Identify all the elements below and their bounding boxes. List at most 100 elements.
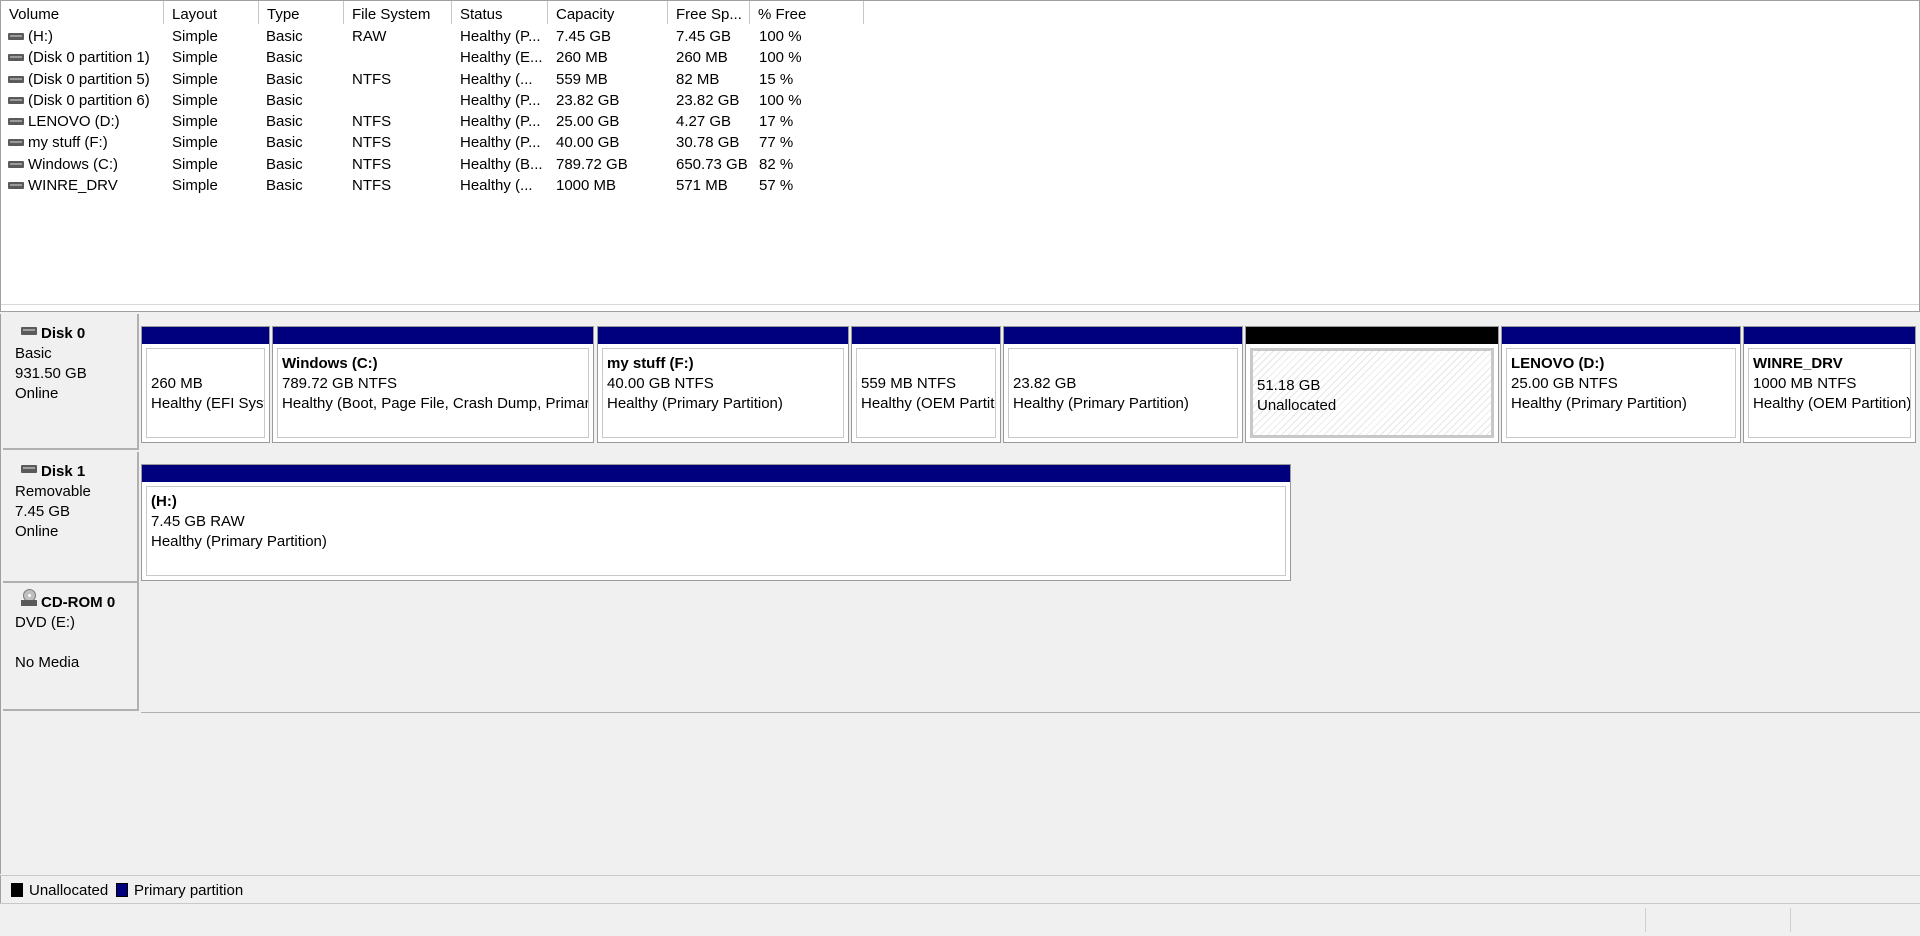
partition-status: Healthy (Primary Partition) (607, 395, 783, 412)
partition-block[interactable]: (H:) 7.45 GB RAW Healthy (Primary Partitio… (141, 464, 1291, 581)
volume-cell-status: Healthy (P... (460, 91, 541, 109)
volume-cell-volume: (Disk 0 partition 1) (28, 49, 150, 67)
volume-cell-volume: WINRE_DRV (28, 177, 118, 195)
partition-size: 260 MB (151, 375, 203, 392)
removable-drive-icon (21, 465, 37, 473)
volume-cell-free: 23.82 GB (676, 91, 740, 109)
volume-drive-icon (8, 182, 24, 190)
partition-size: 40.00 GB NTFS (607, 375, 714, 392)
partition-name: LENOVO (D:) (1511, 355, 1605, 372)
volume-row[interactable]: (Disk 0 partition 1) Simple Basic Healthy (… (1, 46, 1919, 67)
column-header-volume[interactable]: Volume (1, 1, 164, 24)
partition-type-bar (1246, 327, 1498, 344)
partition-type-bar (273, 327, 593, 344)
volume-row[interactable]: WINRE_DRV Simple Basic NTFS Healthy (... 1000… (1, 174, 1919, 195)
volume-cell-status: Healthy (P... (460, 134, 541, 152)
volume-cell-layout: Simple (172, 113, 218, 131)
status-bar (0, 903, 1920, 936)
column-header-layout[interactable]: Layout (164, 1, 259, 24)
volume-drive-icon (8, 75, 24, 83)
column-header-free-space[interactable]: Free Sp... (668, 1, 750, 24)
partition-status: Healthy (OEM Partition) (1753, 395, 1911, 412)
partition-size: 1000 MB NTFS (1753, 375, 1857, 392)
disk-label-0[interactable]: Disk 0 Basic 931.50 GB Online (3, 314, 139, 450)
volume-row[interactable]: Windows (C:) Simple Basic NTFS Healthy (B...… (1, 153, 1919, 174)
partition-block[interactable]: 23.82 GB Healthy (Primary Partition) (1003, 326, 1243, 443)
partition-block[interactable]: 559 MB NTFS Healthy (OEM Partition) (851, 326, 1001, 443)
partition-status: Healthy (Primary Partition) (1511, 395, 1687, 412)
volume-cell-fs: NTFS (352, 134, 392, 152)
volume-cell-type: Basic (266, 49, 303, 67)
disk-drive-icon (21, 327, 37, 335)
disk-size-empty (15, 633, 137, 653)
disk-size: 7.45 GB (15, 503, 71, 520)
volume-cell-type: Basic (266, 134, 303, 152)
partition-status: Healthy (Primary Partition) (1013, 395, 1189, 412)
cdrom-empty-area (141, 583, 1920, 713)
disk-name: CD-ROM 0 (15, 589, 137, 613)
volume-cell-status: Healthy (P... (460, 113, 541, 131)
volume-cell-status: Healthy (... (460, 177, 533, 195)
partition-type-bar (598, 327, 848, 344)
column-header-file-system[interactable]: File System (344, 1, 452, 24)
partition-size: 23.82 GB (1013, 375, 1077, 392)
partition-block[interactable]: 260 MB Healthy (EFI System Partition) (141, 326, 270, 443)
volume-cell-volume: LENOVO (D:) (28, 113, 120, 131)
column-header-type[interactable]: Type (259, 1, 344, 24)
partition-status: Healthy (OEM Partition) (861, 395, 995, 412)
partition-name: WINRE_DRV (1753, 355, 1843, 372)
volume-drive-icon (8, 139, 24, 147)
volume-cell-fs (352, 46, 452, 67)
list-divider (1, 304, 1919, 305)
disk-name-text: Disk 0 (41, 325, 86, 342)
volume-row[interactable]: (Disk 0 partition 5) Simple Basic NTFS Healt… (1, 68, 1919, 89)
disk-label-cdrom[interactable]: CD-ROM 0 DVD (E:) No Media (3, 583, 139, 711)
partition-name (151, 354, 264, 374)
volume-row[interactable]: my stuff (F:) Simple Basic NTFS Healthy (P..… (1, 131, 1919, 152)
volume-cell-pct: 100 % (759, 28, 802, 45)
volume-cell-layout: Simple (172, 134, 218, 152)
volume-cell-pct: 100 % (759, 49, 802, 67)
partition-type-bar (1004, 327, 1242, 344)
partition-details: 51.18 GB Unallocated (1250, 348, 1494, 438)
volume-list[interactable]: Volume Layout Type File System Status Ca… (0, 0, 1920, 312)
disk-kind: Basic (15, 345, 52, 362)
volume-cell-pct: 100 % (759, 91, 802, 109)
volume-row[interactable]: (Disk 0 partition 6) Simple Basic Healthy (… (1, 89, 1919, 110)
partition-block[interactable]: WINRE_DRV 1000 MB NTFS Healthy (OEM Partit… (1743, 326, 1916, 443)
volume-cell-type: Basic (266, 70, 303, 88)
disk-state: Online (15, 523, 59, 540)
volume-row[interactable]: LENOVO (D:) Simple Basic NTFS Healthy (P... 2… (1, 110, 1919, 131)
legend-primary-partition: Primary partition (116, 882, 243, 900)
partition-block[interactable]: LENOVO (D:) 25.00 GB NTFS Healthy (Primary… (1501, 326, 1741, 443)
partition-details: (H:) 7.45 GB RAW Healthy (Primary Partitio… (146, 486, 1286, 576)
volume-cell-volume: (H:) (28, 28, 53, 45)
volume-cell-type: Basic (266, 177, 303, 195)
status-segment-1 (1645, 908, 1646, 932)
disk-label-1[interactable]: Disk 1 Removable 7.45 GB Online (3, 452, 139, 583)
disk-name-text: CD-ROM 0 (41, 594, 116, 611)
column-header-status[interactable]: Status (452, 1, 548, 24)
disk-name: Disk 1 (15, 462, 137, 482)
unallocated-space[interactable]: 51.18 GB Unallocated (1245, 326, 1499, 443)
partition-status: Unallocated (1257, 397, 1337, 414)
volume-cell-layout: Simple (172, 49, 218, 67)
volume-cell-status: Healthy (B... (460, 155, 543, 173)
volume-row[interactable]: (H:) Simple Basic RAW Healthy (P... 7.45 GB 7.… (1, 25, 1919, 46)
volume-cell-pct: 57 % (759, 177, 794, 195)
column-header-capacity[interactable]: Capacity (548, 1, 668, 24)
disk-kind: Removable (15, 483, 91, 500)
partition-name (1257, 356, 1491, 376)
volume-cell-capacity: 260 MB (556, 49, 608, 67)
partition-details: LENOVO (D:) 25.00 GB NTFS Healthy (Primary… (1506, 348, 1736, 438)
volume-cell-volume: (Disk 0 partition 5) (28, 70, 150, 88)
partition-details: 23.82 GB Healthy (Primary Partition) (1008, 348, 1238, 438)
volume-cell-fs: NTFS (352, 177, 392, 195)
volume-cell-free: 30.78 GB (676, 134, 740, 152)
partition-block[interactable]: Windows (C:) 789.72 GB NTFS Healthy (Boot,… (272, 326, 594, 443)
column-header-percent-free[interactable]: % Free (750, 1, 864, 24)
volume-cell-type: Basic (266, 91, 303, 109)
volume-cell-volume: (Disk 0 partition 6) (28, 91, 150, 109)
partition-block[interactable]: my stuff (F:) 40.00 GB NTFS Healthy (Prima… (597, 326, 849, 443)
volume-drive-icon (8, 118, 24, 126)
